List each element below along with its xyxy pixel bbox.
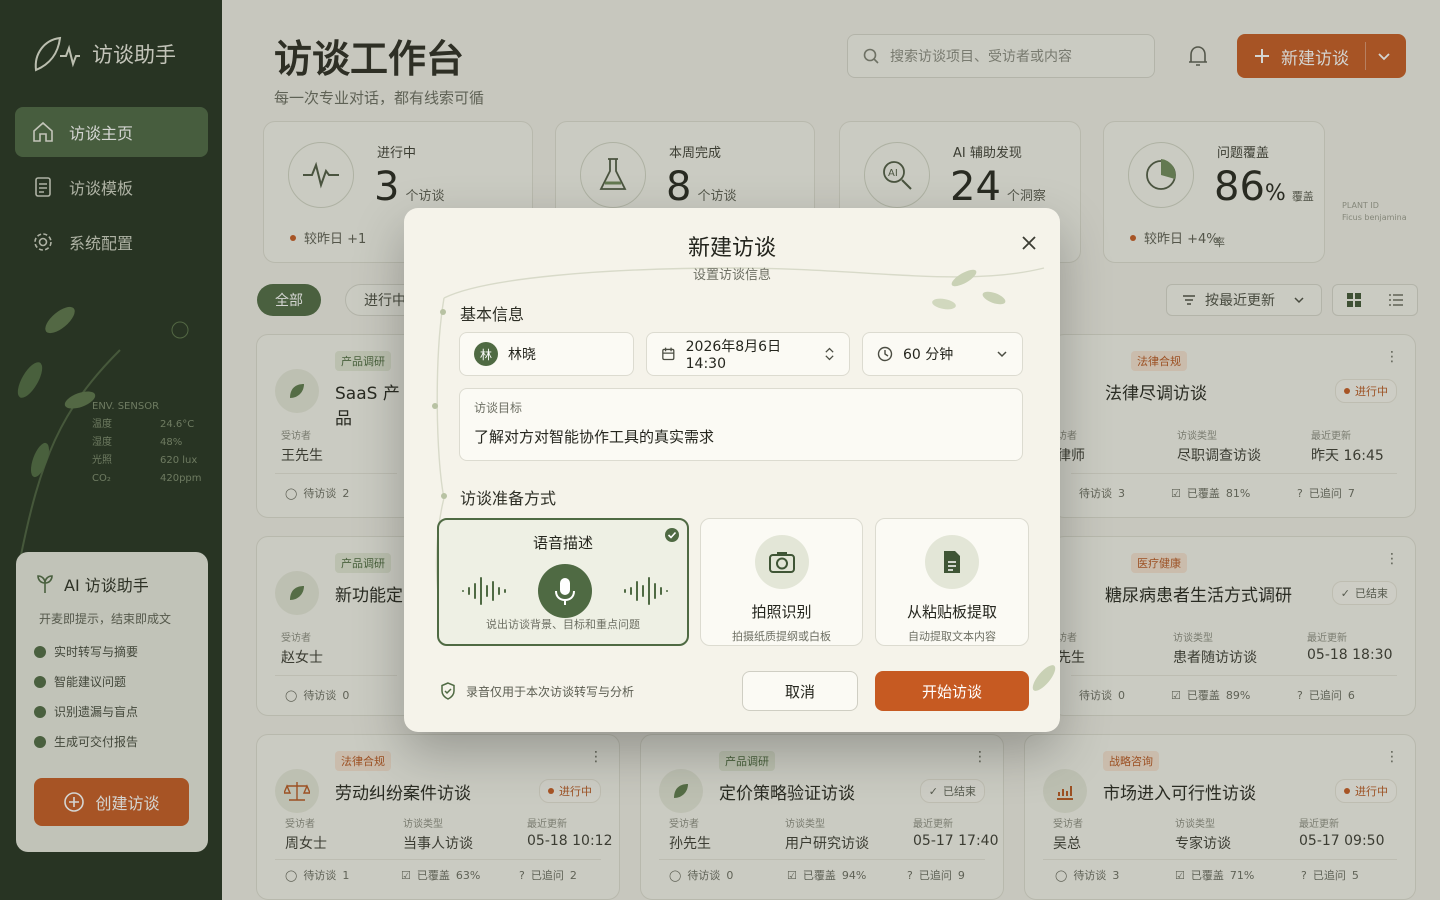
cancel-button[interactable]: 取消 — [742, 671, 858, 711]
vine-decoration — [432, 267, 1056, 691]
modal-subtitle: 设置访谈信息 — [692, 268, 771, 283]
privacy-note: 录音仅用于本次访谈转写与分析 — [440, 682, 634, 700]
clock-icon — [877, 346, 893, 362]
start-interview-button[interactable]: 开始访谈 — [875, 671, 1029, 711]
goal-field[interactable]: 访谈目标 了解对方对智能协作工具的真实需求 — [459, 388, 1023, 461]
chevron-down-icon — [997, 351, 1007, 358]
new-interview-modal: 新建访谈 设置访谈信息 基本信息 林 林晓 2026年8月6日 14:30 60… — [404, 208, 1060, 732]
section-basic-info: 基本信息 — [460, 305, 525, 324]
interviewee-field[interactable]: 林 林晓 — [459, 332, 634, 376]
avatar: 林 — [474, 342, 498, 366]
option-clipboard[interactable]: 从粘贴板提取 自动提取文本内容 — [875, 518, 1029, 646]
duration-select[interactable]: 60 分钟 — [862, 332, 1023, 376]
option-desc: 自动提取文本内容 — [908, 630, 996, 643]
close-icon[interactable] — [1020, 234, 1038, 256]
option-title: 从粘贴板提取 — [906, 603, 997, 621]
option-voice[interactable]: 语音描述 说出访谈背景、目标和重点问题 — [437, 518, 689, 646]
goal-value: 了解对方对智能协作工具的真实需求 — [474, 428, 715, 446]
goal-label: 访谈目标 — [474, 401, 523, 415]
option-photo[interactable]: 拍照识别 拍摄纸质提纲或白板 — [700, 518, 863, 646]
option-desc: 说出访谈背景、目标和重点问题 — [486, 618, 640, 631]
privacy-text: 录音仅用于本次访谈转写与分析 — [466, 684, 635, 699]
document-icon — [925, 535, 979, 589]
modal-title: 新建访谈 — [687, 236, 776, 261]
datetime-value: 2026年8月6日 14:30 — [685, 339, 782, 372]
camera-icon — [754, 535, 809, 589]
datetime-field[interactable]: 2026年8月6日 14:30 — [646, 332, 850, 376]
option-desc: 拍摄纸质提纲或白板 — [732, 630, 831, 643]
calendar-icon — [662, 347, 675, 361]
check-circle-icon — [665, 528, 679, 542]
waveform-icon — [462, 564, 668, 618]
interviewee-name: 林晓 — [508, 347, 536, 363]
option-title: 语音描述 — [532, 534, 593, 552]
stepper-icon[interactable] — [824, 346, 835, 362]
option-title: 拍照识别 — [751, 603, 812, 621]
section-prep: 访谈准备方式 — [460, 489, 557, 508]
duration-value: 60 分钟 — [903, 347, 954, 363]
shield-check-icon — [441, 682, 455, 700]
